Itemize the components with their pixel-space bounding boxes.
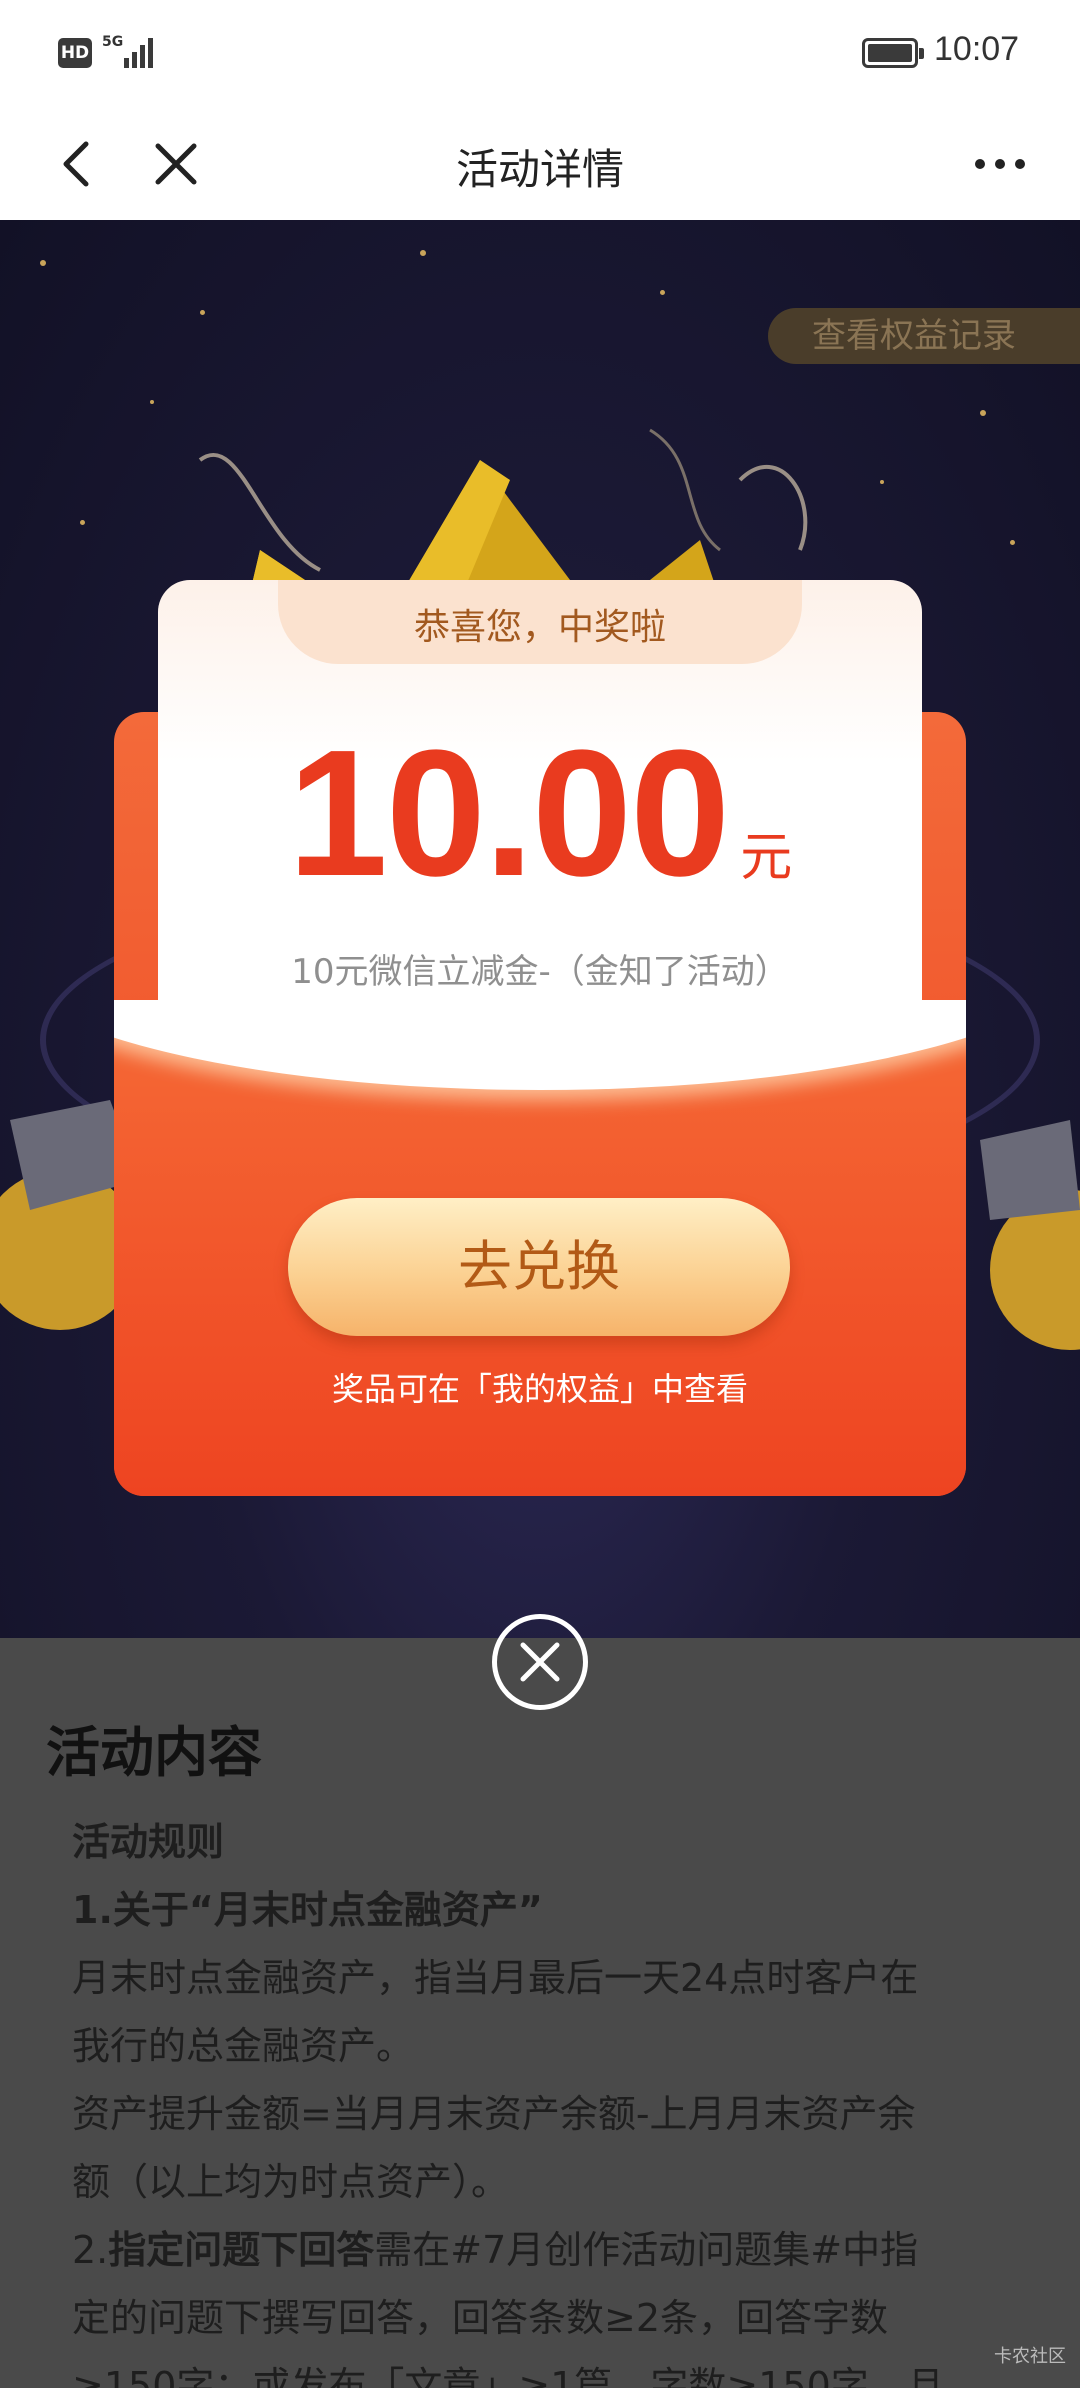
rules-text: 活动规则 1.关于“月末时点金融资产” 月末时点金融资产，指当月最后一天24点时… [72, 1808, 1032, 2388]
hd-badge: HD [58, 38, 92, 68]
nav-bar: 活动详情 [0, 108, 1080, 220]
rule2-bold: 指定问题下回答 [108, 2228, 375, 2272]
battery-icon [862, 38, 924, 68]
redeem-button[interactable]: 去兑换 [288, 1198, 790, 1336]
confetti-dot [980, 410, 986, 416]
rule2-rest: 需在#7月创作活动问题集#中指 [374, 2228, 919, 2272]
confetti-dot [660, 290, 665, 295]
confetti-dot [1010, 540, 1015, 545]
close-dialog-icon[interactable] [492, 1614, 588, 1710]
amount-value: 10.00 [287, 713, 730, 914]
rule1-line: 额（以上均为时点资产）。 [72, 2160, 510, 2204]
network-type: 5G [102, 34, 124, 50]
more-icon[interactable] [970, 136, 1030, 192]
rule1-line: 资产提升金额=当月月末资产余额-上月月末资产余 [72, 2092, 916, 2136]
signal-icon [124, 36, 156, 68]
rules-heading: 活动规则 [72, 1820, 225, 1864]
view-rights-record-button[interactable]: 查看权益记录 [768, 308, 1080, 364]
stage-decoration-right [980, 1120, 1080, 1350]
status-bar: HD 5G 10:07 [0, 0, 1080, 108]
rule2-line: 2.指定问题下回答需在#7月创作活动问题集#中指 [72, 2216, 1032, 2284]
confetti-dot [150, 400, 154, 404]
amount-unit: 元 [740, 828, 793, 888]
rule1-title: 1.关于“月末时点金融资产” [72, 1888, 543, 1932]
confetti-dot [420, 250, 426, 256]
watermark: 卡农社区 [994, 2346, 1066, 2367]
confetti-dot [40, 260, 46, 266]
confetti-dot [80, 520, 85, 525]
status-time: 10:07 [934, 30, 1020, 68]
prize-amount: 10.00 元 [158, 710, 922, 917]
redeem-note: 奖品可在「我的权益」中查看 [331, 1370, 748, 1408]
rule2-line: 定的问题下撰写回答，回答条数≥2条，回答字数 [72, 2296, 889, 2340]
section-title: 活动内容 [46, 1721, 262, 1784]
rule1-line: 月末时点金融资产，指当月最后一天24点时客户在 [72, 1956, 919, 2000]
rule2-prefix: 2. [72, 2228, 109, 2272]
prize-description: 10元微信立减金-（金知了活动） [291, 952, 789, 992]
rule2-line: ≥150字；或发布「文章」≥1篇，字数≥150字，且 [72, 2364, 945, 2388]
rule1-line: 我行的总金融资产。 [72, 2024, 415, 2068]
page-title: 活动详情 [455, 145, 624, 194]
congrats-text: 恭喜您，中奖啦 [413, 607, 666, 648]
confetti-dot [200, 310, 205, 315]
